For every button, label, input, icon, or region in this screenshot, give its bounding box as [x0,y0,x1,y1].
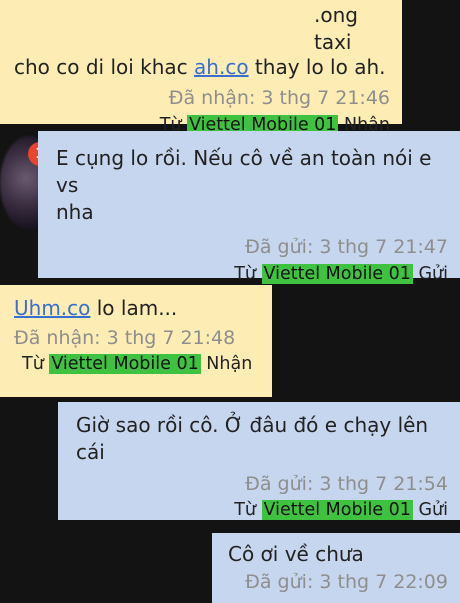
message-text: Uhm.co lo lam... [14,296,178,320]
message-bubble-sent[interactable]: E cụng lo rồi. Nếu cô về an toàn nói e v… [38,131,460,284]
message-via: Từ Viettel Mobile 01 Gửi [234,263,448,284]
message-text: E cụng lo rồi. Nếu cô về an toàn nói e v… [56,146,432,197]
carrier-highlight: Viettel Mobile 01 [261,500,413,521]
carrier-highlight: Viettel Mobile 01 [49,354,201,375]
message-text: .ong taxi [314,3,358,54]
message-status: Đã gửi: 3 thg 7 21:54 [245,472,448,495]
message-via: Từ Viettel Mobile 01 Nhận [22,354,253,375]
message-text: cho co di loi khac ah.co thay lo lo ah. [14,54,386,79]
message-text: Giờ sao rồi cô. Ở đâu đó e chạy lên cái [76,413,429,464]
message-status: Đã gửi: 3 thg 7 21:47 [245,236,448,259]
message-bubble-sent[interactable]: Cô ơi về chưa Đã gửi: 3 thg 7 22:09 [212,533,460,603]
message-status: Đã gửi: 3 thg 7 22:09 [245,570,448,593]
message-text: nha [56,199,94,224]
message-status: Đã nhận: 3 thg 7 21:46 [168,87,390,110]
message-text: Cô ơi về chưa [228,542,364,566]
message-link[interactable]: Uhm.co [14,296,90,320]
carrier-highlight: Viettel Mobile 01 [261,263,413,284]
message-bubble-sent[interactable]: Giờ sao rồi cô. Ở đâu đó e chạy lên cái … [58,402,460,521]
message-bubble-received[interactable]: .ong taxi cho co di loi khac ah.co thay … [0,0,402,135]
message-bubble-received[interactable]: Uhm.co lo lam... Đã nhận: 3 thg 7 21:48 … [0,285,272,397]
message-link[interactable]: ah.co [194,55,249,79]
message-via: Từ Viettel Mobile 01 Gửi [234,500,448,521]
message-status: Đã nhận: 3 thg 7 21:48 [14,326,236,349]
